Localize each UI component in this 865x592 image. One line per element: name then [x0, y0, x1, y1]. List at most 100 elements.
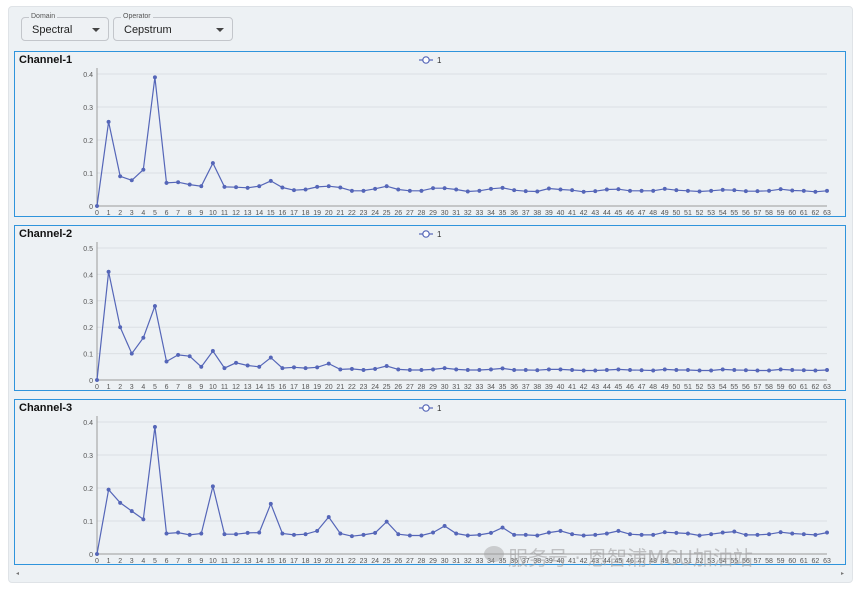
x-tick-label: 30	[441, 384, 449, 390]
data-point	[651, 188, 656, 193]
data-point	[558, 367, 563, 372]
data-point	[778, 367, 783, 372]
x-tick-label: 9	[199, 558, 203, 564]
x-tick-label: 4	[141, 210, 145, 216]
x-tick-label: 46	[626, 384, 634, 390]
x-tick-label: 2	[118, 384, 122, 390]
data-point	[685, 531, 691, 536]
data-point	[709, 532, 714, 537]
data-point	[581, 533, 586, 538]
x-tick-label: 1	[107, 384, 111, 390]
x-tick-label: 13	[244, 384, 252, 390]
y-tick-label: 0.1	[83, 171, 93, 178]
x-tick-label: 16	[278, 558, 286, 564]
data-point	[187, 182, 192, 187]
x-tick-label: 55	[730, 210, 738, 216]
data-point	[291, 188, 297, 193]
x-tick-label: 63	[823, 558, 831, 564]
x-tick-label: 36	[510, 384, 518, 390]
operator-select-value: Cepstrum	[124, 24, 172, 36]
x-tick-label: 24	[371, 384, 379, 390]
data-point	[674, 188, 679, 193]
x-tick-label: 27	[406, 558, 414, 564]
data-point	[801, 368, 806, 373]
data-point	[210, 161, 215, 166]
x-tick-label: 49	[661, 384, 669, 390]
data-point	[268, 178, 273, 183]
data-point	[523, 189, 528, 194]
data-point	[338, 531, 343, 536]
x-tick-label: 56	[742, 384, 750, 390]
channel-1-chart: 00.10.20.30.40 1 2 3 4 5 6 7 8 9 10 11 12 13 14 15 16 17 1…	[83, 56, 831, 216]
data-point	[732, 367, 737, 373]
x-tick-label: 17	[290, 210, 298, 216]
chevron-down-icon	[216, 28, 224, 32]
x-tick-label: 58	[765, 558, 773, 564]
data-point	[280, 366, 285, 371]
x-tick-label: 54	[719, 210, 727, 216]
x-tick-label: 23	[360, 558, 368, 564]
x-tick-label: 32	[464, 384, 472, 390]
data-point	[813, 532, 818, 537]
x-tick-label: 5	[153, 384, 157, 390]
scroll-left-icon[interactable]: ◂	[16, 571, 19, 577]
x-tick-label: 29	[429, 210, 437, 216]
data-point	[743, 368, 748, 373]
data-point	[419, 367, 424, 373]
data-point	[315, 184, 320, 189]
x-tick-label: 18	[302, 558, 310, 564]
x-tick-label: 7	[176, 558, 180, 564]
series-line	[96, 426, 828, 555]
x-tick-label: 42	[580, 210, 588, 216]
y-tick-label: 0.1	[83, 519, 93, 526]
data-point	[430, 367, 436, 372]
x-tick-label: 37	[522, 384, 530, 390]
data-point	[616, 528, 621, 533]
x-tick-label: 15	[267, 384, 275, 390]
data-point	[384, 519, 389, 524]
scroll-right-icon[interactable]: ▸	[841, 571, 844, 577]
data-point	[581, 189, 586, 194]
data-point	[303, 366, 308, 371]
data-point	[685, 188, 691, 193]
x-tick-label: 35	[499, 210, 507, 216]
data-point	[546, 186, 551, 191]
x-tick-label: 29	[429, 558, 437, 564]
x-tick-label: 47	[638, 384, 646, 390]
data-point	[210, 348, 215, 354]
x-tick-label: 54	[719, 384, 727, 390]
x-tick-label: 50	[672, 210, 680, 216]
data-point	[778, 530, 783, 535]
x-tick-label: 63	[823, 210, 831, 216]
x-tick-label: 47	[638, 210, 646, 216]
x-tick-label: 37	[522, 210, 530, 216]
x-tick-label: 33	[475, 210, 483, 216]
x-tick-label: 60	[788, 210, 796, 216]
x-tick-label: 33	[475, 558, 483, 564]
x-tick-label: 0	[95, 558, 99, 564]
data-point	[257, 530, 262, 535]
channel-3-chart: 00.10.20.30.40 1 2 3 4 5 6 7 8 9 10 11 12 13 14 15 16 17 1…	[83, 404, 831, 564]
x-tick-label: 28	[418, 210, 426, 216]
data-point	[106, 269, 111, 274]
x-tick-label: 9	[199, 210, 203, 216]
data-point	[465, 533, 470, 538]
data-point	[593, 189, 598, 194]
x-tick-label: 11	[221, 558, 228, 564]
legend-marker	[422, 404, 430, 412]
x-tick-label: 40	[557, 210, 565, 216]
x-tick-label: 57	[754, 384, 762, 390]
data-point	[222, 184, 227, 189]
x-tick-label: 6	[165, 558, 169, 564]
channel-2-chart: 00.10.20.30.40.50 1 2 3 4 5 6 7 8 9 10 11 12 13 14 15 16…	[83, 230, 831, 390]
data-point	[152, 424, 157, 430]
x-tick-label: 30	[441, 558, 449, 564]
y-tick-label: 0.5	[83, 246, 93, 253]
horizontal-scrollbar[interactable]: ◂ ▸	[14, 570, 846, 578]
data-point	[187, 354, 192, 359]
data-point	[662, 367, 667, 372]
x-tick-label: 3	[130, 384, 134, 390]
data-point	[141, 167, 146, 172]
domain-select-value: Spectral	[32, 24, 73, 36]
x-tick-label: 8	[188, 558, 192, 564]
